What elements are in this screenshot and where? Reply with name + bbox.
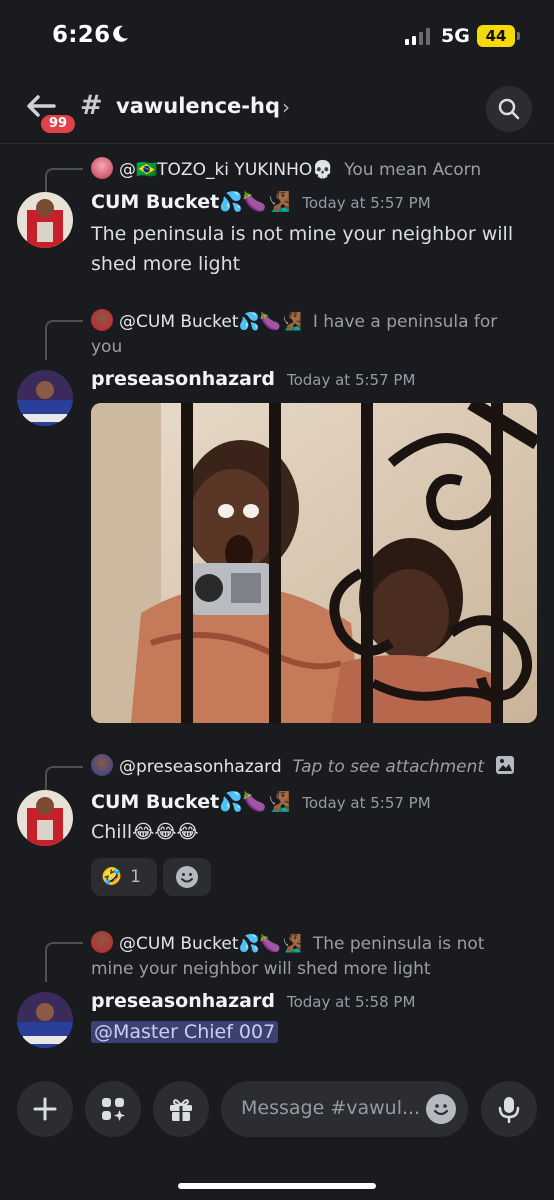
channel-name[interactable]: vawulence-hq: [116, 94, 280, 118]
message-author[interactable]: CUM Bucket💦🍆🧏🏾‍♂️ Today at 5:57 PM: [91, 190, 431, 213]
avatar-image: [17, 192, 73, 248]
message-list[interactable]: @🇧🇷TOZO_ki YUKINHO💀 You mean Acorn CUM B…: [0, 145, 554, 1065]
smiley-icon: [176, 866, 198, 888]
reaction-count: 1: [130, 867, 141, 887]
message-author[interactable]: preseasonhazard Today at 5:57 PM: [91, 368, 415, 390]
reply-author: @CUM Bucket💦🍆🧏🏾‍♂️: [119, 312, 303, 332]
search-icon: [498, 98, 520, 120]
message-input[interactable]: [241, 1097, 421, 1119]
reply-avatar: [91, 754, 113, 776]
image-attachment[interactable]: [91, 403, 537, 723]
cellular-signal-icon: [405, 27, 430, 45]
add-attachment-button[interactable]: [17, 1081, 73, 1137]
message-input-container[interactable]: [221, 1081, 468, 1137]
message-text: Chill😂😂😂: [91, 821, 199, 843]
message-composer: [0, 1066, 554, 1200]
reply-spine: [45, 320, 83, 360]
apps-sparkle-icon: [102, 1098, 125, 1121]
image-attachment-icon: [496, 756, 515, 774]
attachment-photo: [91, 403, 537, 723]
channel-header: 99 # vawulence-hq ›: [0, 74, 554, 144]
reply-preview[interactable]: @🇧🇷TOZO_ki YUKINHO💀 You mean Acorn: [91, 157, 481, 183]
reply-avatar: [91, 309, 113, 331]
apps-button[interactable]: [85, 1081, 141, 1137]
emoji-picker-icon[interactable]: [426, 1094, 456, 1124]
reply-preview[interactable]: @CUM Bucket💦🍆🧏🏾‍♂️ The peninsula is not …: [91, 931, 531, 982]
message-text: The peninsula is not mine your neighbor …: [91, 223, 514, 275]
reply-preview[interactable]: @CUM Bucket💦🍆🧏🏾‍♂️ I have a peninsula fo…: [91, 309, 531, 360]
message-author[interactable]: CUM Bucket💦🍆🧏🏾‍♂️ Today at 5:57 PM: [91, 790, 431, 813]
message-text: @Master Chief 007: [91, 1017, 531, 1047]
reply-avatar: [91, 931, 113, 953]
smiley-icon: [433, 1104, 449, 1116]
network-type: 5G: [441, 25, 470, 47]
reply-spine: [45, 766, 83, 790]
avatar-image: [17, 992, 73, 1048]
message-timestamp: Today at 5:57 PM: [302, 194, 431, 212]
reply-preview[interactable]: @preseasonhazard Tap to see attachment: [91, 754, 515, 780]
user-mention[interactable]: @Master Chief 007: [91, 1021, 279, 1043]
avatar[interactable]: [17, 370, 73, 426]
author-name: CUM Bucket💦🍆🧏🏾‍♂️: [91, 191, 291, 213]
message-timestamp: Today at 5:57 PM: [302, 794, 431, 812]
do-not-disturb-moon-icon: [113, 25, 128, 42]
gift-button[interactable]: [153, 1081, 209, 1137]
avatar-image: [17, 790, 73, 846]
plus-icon: [33, 1097, 57, 1121]
status-time: 6:26: [52, 22, 111, 48]
battery-icon: 44: [477, 25, 520, 47]
reply-spine: [45, 168, 83, 192]
hashtag-channel-icon: #: [80, 90, 103, 121]
avatar[interactable]: [17, 790, 73, 846]
home-indicator: [178, 1183, 376, 1189]
search-button[interactable]: [486, 86, 532, 132]
gift-icon: [170, 1099, 192, 1121]
chevron-right-icon[interactable]: ›: [282, 95, 290, 119]
author-name: preseasonhazard: [91, 368, 275, 390]
reply-text: Tap to see attachment: [292, 757, 485, 777]
status-bar: 6:26 5G 44: [0, 0, 554, 74]
reaction-emoji: 🤣: [101, 867, 123, 887]
avatar[interactable]: [17, 192, 73, 248]
reply-spine: [45, 942, 83, 982]
unread-badge: 99: [38, 112, 78, 136]
avatar-image: [17, 370, 73, 426]
author-name: CUM Bucket💦🍆🧏🏾‍♂️: [91, 791, 291, 813]
reaction-chip[interactable]: 🤣 1: [91, 858, 157, 896]
avatar[interactable]: [17, 992, 73, 1048]
message-author[interactable]: preseasonhazard Today at 5:58 PM: [91, 990, 415, 1012]
reply-author: @🇧🇷TOZO_ki YUKINHO💀: [119, 160, 334, 180]
add-reaction-button[interactable]: [163, 858, 211, 896]
microphone-icon: [498, 1097, 520, 1123]
message-timestamp: Today at 5:57 PM: [286, 371, 416, 389]
reply-avatar: [91, 157, 113, 179]
reply-author: @CUM Bucket💦🍆🧏🏾‍♂️: [119, 934, 303, 954]
message-timestamp: Today at 5:58 PM: [286, 993, 416, 1011]
author-name: preseasonhazard: [91, 990, 275, 1012]
voice-message-button[interactable]: [481, 1081, 537, 1137]
reply-author: @preseasonhazard: [119, 757, 282, 777]
reply-text: You mean Acorn: [344, 160, 482, 180]
